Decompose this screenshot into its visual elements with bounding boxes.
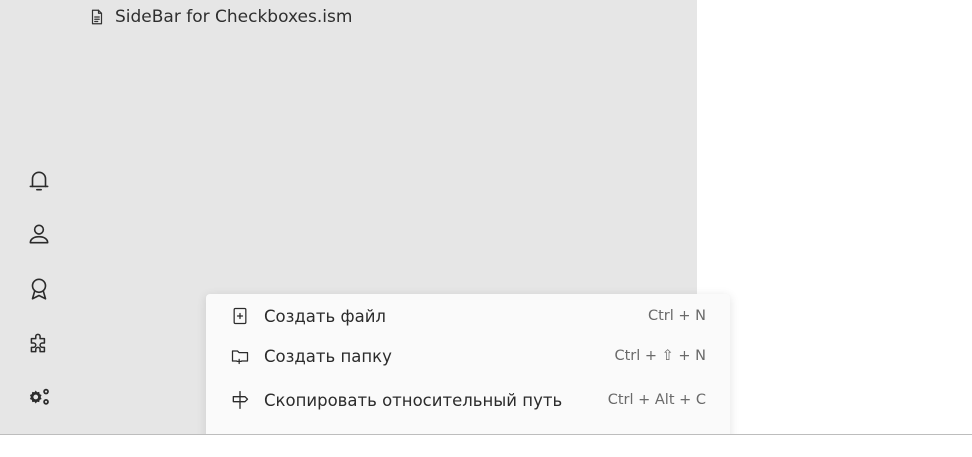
extensions-button[interactable] bbox=[22, 326, 56, 360]
badge-icon bbox=[31, 278, 47, 300]
menu-item-label: Создать папку bbox=[264, 346, 392, 366]
signpost-icon bbox=[230, 390, 250, 410]
menu-item-copy-relative-path[interactable]: Скопировать относительный путь Ctrl + Al… bbox=[206, 380, 730, 420]
settings-button[interactable] bbox=[22, 380, 56, 414]
editor-area bbox=[697, 0, 972, 435]
menu-item-new-folder[interactable]: Создать папку Ctrl + ⇧ + N bbox=[206, 336, 730, 376]
menu-item-shortcut: Ctrl + N bbox=[647, 308, 706, 324]
app-window: SideBar for Checkboxes.ism Создать файл … bbox=[0, 0, 972, 435]
account-button[interactable] bbox=[22, 217, 56, 251]
menu-item-shortcut: Ctrl + Alt + C bbox=[607, 392, 706, 408]
file-tree-item-label: SideBar for Checkboxes.ism bbox=[115, 7, 353, 27]
notifications-button[interactable] bbox=[22, 164, 56, 198]
bell-icon bbox=[29, 171, 49, 191]
new-folder-icon bbox=[230, 346, 250, 366]
puzzle-icon bbox=[30, 333, 46, 353]
user-icon bbox=[29, 224, 49, 244]
gears-icon bbox=[29, 388, 49, 405]
menu-item-label: Скопировать относительный путь bbox=[264, 390, 563, 410]
new-file-icon bbox=[230, 306, 250, 326]
menu-item-shortcut: Ctrl + ⇧ + N bbox=[614, 348, 706, 364]
bottom-area bbox=[0, 435, 972, 457]
menu-item-label: Создать файл bbox=[264, 306, 386, 326]
file-text-icon bbox=[91, 9, 103, 25]
file-tree-item[interactable]: SideBar for Checkboxes.ism bbox=[88, 4, 352, 30]
achievements-button[interactable] bbox=[22, 272, 56, 306]
menu-item-new-file[interactable]: Создать файл Ctrl + N bbox=[206, 296, 730, 336]
context-menu: Создать файл Ctrl + N Создать папку Ctrl… bbox=[206, 294, 730, 435]
